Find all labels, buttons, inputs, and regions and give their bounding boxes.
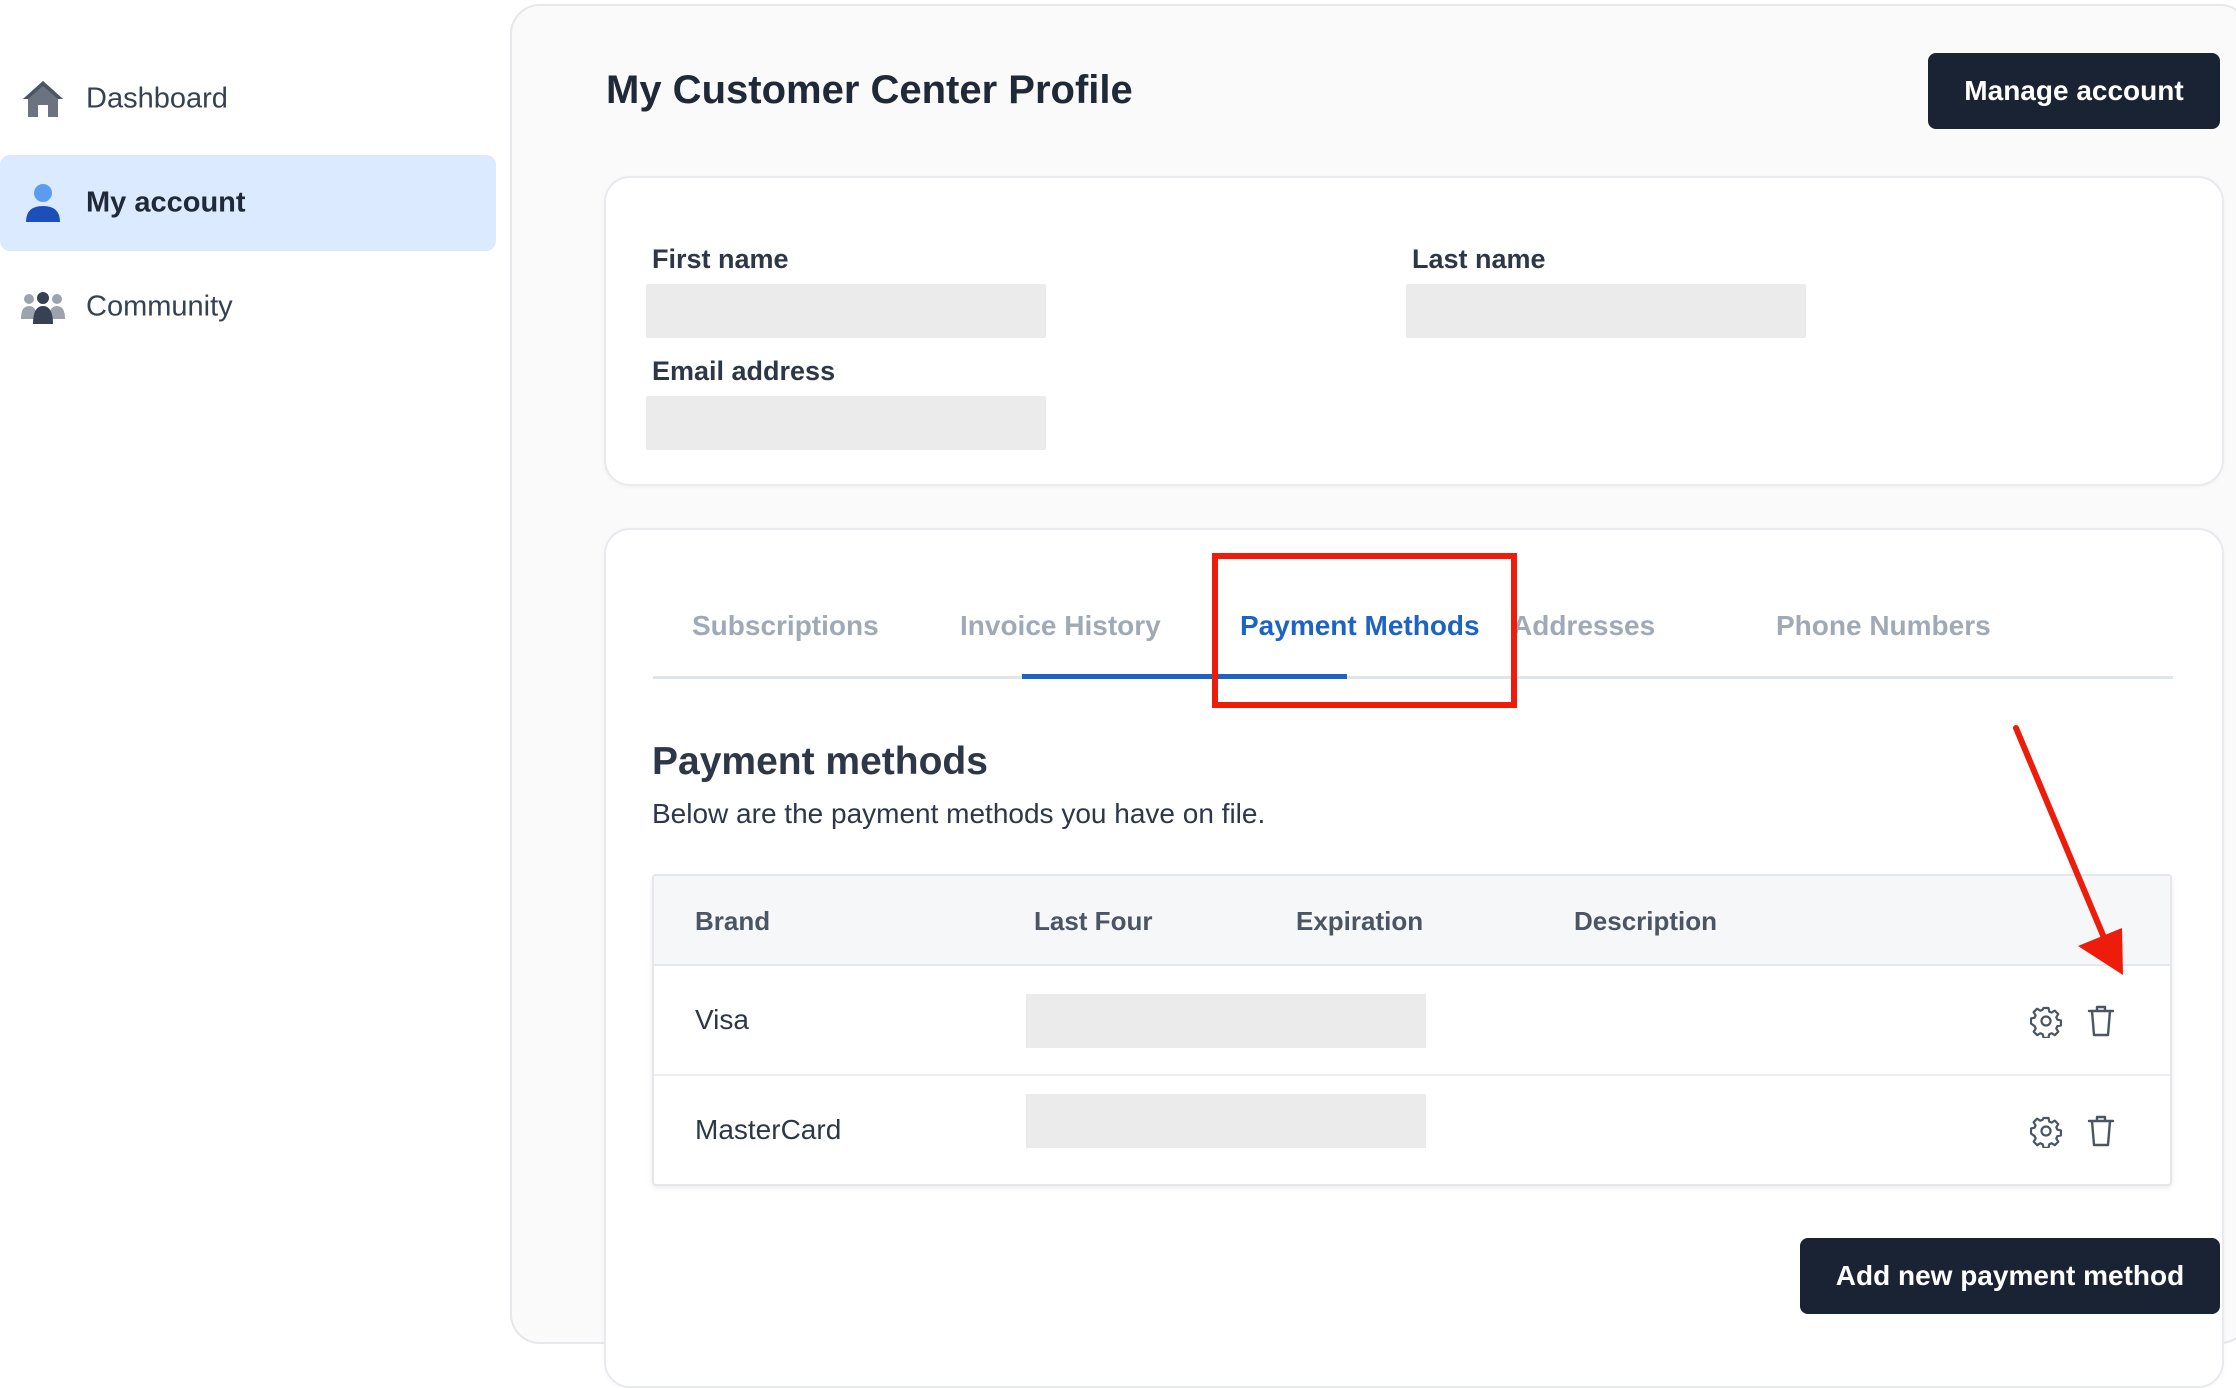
trash-icon[interactable] bbox=[2086, 1004, 2118, 1038]
brand-cell: MasterCard bbox=[695, 1114, 842, 1145]
sidebar-item-community[interactable]: Community bbox=[0, 259, 496, 355]
column-header-brand: Brand bbox=[695, 906, 771, 936]
page-title: My Customer Center Profile bbox=[606, 68, 1133, 112]
column-header-expiration: Expiration bbox=[1296, 906, 1424, 936]
table-row: MasterCard bbox=[654, 1076, 2170, 1184]
tab-addresses[interactable]: Addresses bbox=[1512, 610, 1655, 642]
sidebar-item-label: Community bbox=[86, 290, 233, 323]
gear-icon[interactable] bbox=[2029, 1004, 2062, 1039]
section-subtitle: Below are the payment methods you have o… bbox=[652, 798, 1266, 829]
sidebar: Dashboard My account Community bbox=[0, 0, 510, 1329]
redacted-card-details bbox=[1026, 994, 1426, 1048]
table-row: Visa bbox=[654, 966, 2170, 1076]
redacted-card-details bbox=[1026, 1094, 1426, 1148]
email-label: Email address bbox=[652, 356, 836, 386]
tab-invoice-history[interactable]: Invoice History bbox=[960, 610, 1161, 642]
trash-icon[interactable] bbox=[2086, 1114, 2118, 1148]
table-header: Brand Last Four Expiration Description bbox=[654, 876, 2170, 966]
sidebar-item-my-account[interactable]: My account bbox=[0, 155, 496, 251]
section-title: Payment methods bbox=[652, 740, 988, 783]
manage-account-button[interactable]: Manage account bbox=[1928, 53, 2220, 129]
payment-methods-table: Brand Last Four Expiration Description V… bbox=[652, 874, 2172, 1186]
last-name-label: Last name bbox=[1412, 244, 1546, 274]
tab-phone-numbers[interactable]: Phone Numbers bbox=[1776, 610, 1991, 642]
email-field[interactable] bbox=[646, 396, 1046, 450]
sidebar-item-dashboard[interactable]: Dashboard bbox=[0, 51, 496, 147]
gear-icon[interactable] bbox=[2029, 1114, 2062, 1149]
profile-card: First name Last name Email address bbox=[604, 176, 2224, 486]
column-header-description: Description bbox=[1574, 906, 1718, 936]
last-name-field[interactable] bbox=[1406, 284, 1806, 338]
first-name-label: First name bbox=[652, 244, 789, 274]
tab-subscriptions[interactable]: Subscriptions bbox=[692, 610, 879, 642]
community-icon bbox=[20, 284, 66, 330]
brand-cell: Visa bbox=[695, 1004, 749, 1035]
add-payment-method-button[interactable]: Add new payment method bbox=[1800, 1238, 2220, 1314]
sidebar-item-label: Dashboard bbox=[86, 82, 228, 115]
sidebar-item-label: My account bbox=[86, 186, 246, 219]
column-header-last-four: Last Four bbox=[1034, 906, 1153, 936]
first-name-field[interactable] bbox=[646, 284, 1046, 338]
user-icon bbox=[20, 180, 66, 226]
annotation-highlight-box bbox=[1212, 553, 1517, 708]
home-icon bbox=[20, 76, 66, 122]
